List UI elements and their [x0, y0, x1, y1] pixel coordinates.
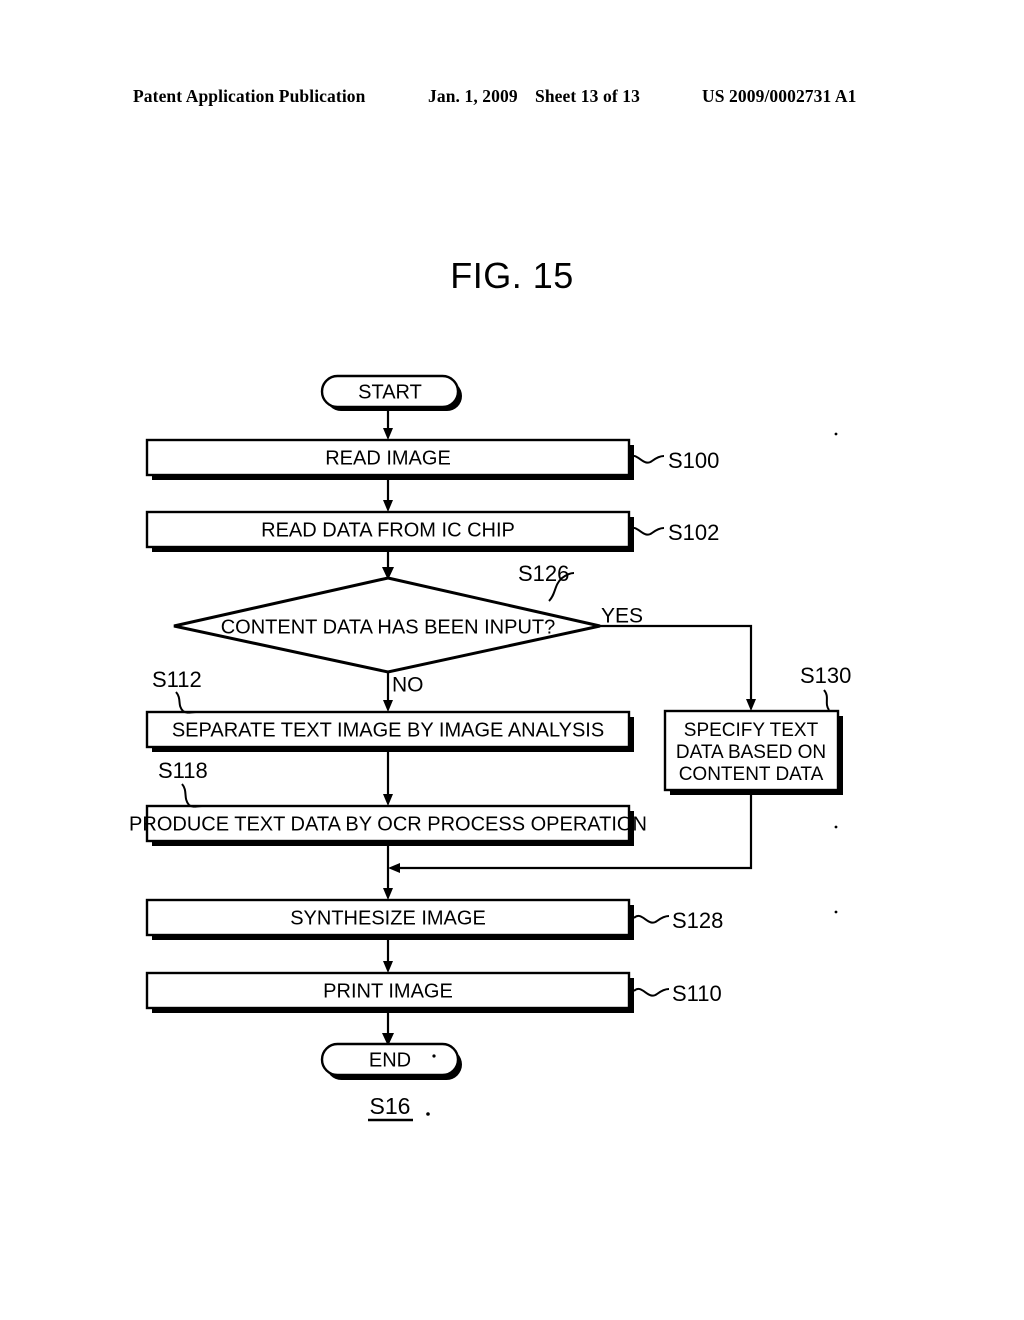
- process-label-s128: SYNTHESIZE IMAGE: [290, 907, 486, 929]
- leader-s126: S126: [518, 561, 575, 602]
- flow-arrow-start-to-s100: [383, 407, 393, 440]
- leader-s128: S128: [633, 908, 723, 933]
- process-label-s102: READ DATA FROM IC CHIP: [261, 519, 515, 541]
- process-box-s130: SPECIFY TEXT DATA BASED ON CONTENT DATA: [663, 709, 843, 795]
- leader-s102: S102: [628, 520, 719, 545]
- leader-s110: S110: [633, 981, 722, 1006]
- end-terminator: END: [320, 1042, 462, 1080]
- step-number-s118: S118: [158, 758, 208, 783]
- leader-s118: S118: [158, 758, 208, 808]
- process-label-s112: SEPARATE TEXT IMAGE BY IMAGE ANALYSIS: [172, 719, 604, 741]
- step-number-s112: S112: [152, 667, 202, 692]
- decision-no-label: NO: [392, 674, 424, 697]
- figure-caption-label: S16: [370, 1093, 411, 1119]
- step-number-s102: S102: [668, 520, 719, 545]
- process-label-s100: READ IMAGE: [325, 447, 451, 469]
- flow-arrow-no-branch: NO: [383, 672, 424, 712]
- step-number-s130: S130: [800, 663, 851, 688]
- step-number-s126: S126: [518, 561, 569, 586]
- figure-caption: S16: [368, 1093, 430, 1122]
- process-box-s110: PRINT IMAGE: [145, 971, 634, 1013]
- end-label: END: [369, 1049, 411, 1071]
- decision-yes-label: YES: [601, 605, 643, 628]
- flowchart-diagram: START READ IMAGE S100 READ DATA FROM IC …: [0, 0, 1024, 1320]
- flow-arrow-s128-to-s110: [383, 937, 393, 973]
- leader-s130: S130: [800, 663, 851, 711]
- process-box-s112: SEPARATE TEXT IMAGE BY IMAGE ANALYSIS: [145, 710, 634, 752]
- start-terminator: START: [320, 374, 462, 411]
- process-box-s128: SYNTHESIZE IMAGE: [145, 898, 634, 940]
- leader-s100: S100: [628, 448, 719, 473]
- flow-arrow-yes-branch: YES: [600, 605, 756, 711]
- flow-arrow-s110-to-end: [382, 1010, 394, 1046]
- process-box-s118: PRODUCE TEXT DATA BY OCR PROCESS OPERATI…: [129, 804, 647, 846]
- process-label-s130-line3: CONTENT DATA: [679, 764, 824, 785]
- flow-arrow-s100-to-s102: [383, 477, 393, 512]
- process-label-s110: PRINT IMAGE: [323, 980, 453, 1002]
- flow-arrow-s112-to-s118: [383, 749, 393, 806]
- leader-s112: S112: [152, 667, 202, 714]
- flow-arrow-s118-to-s128: [383, 843, 393, 900]
- flow-arrow-s102-to-decision: [382, 549, 394, 580]
- process-label-s118: PRODUCE TEXT DATA BY OCR PROCESS OPERATI…: [129, 813, 647, 835]
- process-box-s100: READ IMAGE: [145, 438, 634, 480]
- step-number-s128: S128: [672, 908, 723, 933]
- decision-label-s126: CONTENT DATA HAS BEEN INPUT?: [221, 616, 556, 638]
- process-box-s102: READ DATA FROM IC CHIP: [145, 510, 634, 552]
- process-label-s130-line2: DATA BASED ON: [676, 742, 826, 763]
- decision-diamond-s126: CONTENT DATA HAS BEEN INPUT?: [173, 576, 601, 674]
- process-label-s130-line1: SPECIFY TEXT: [684, 720, 819, 741]
- step-number-s100: S100: [668, 448, 719, 473]
- step-number-s110: S110: [672, 981, 722, 1006]
- start-label: START: [358, 381, 422, 403]
